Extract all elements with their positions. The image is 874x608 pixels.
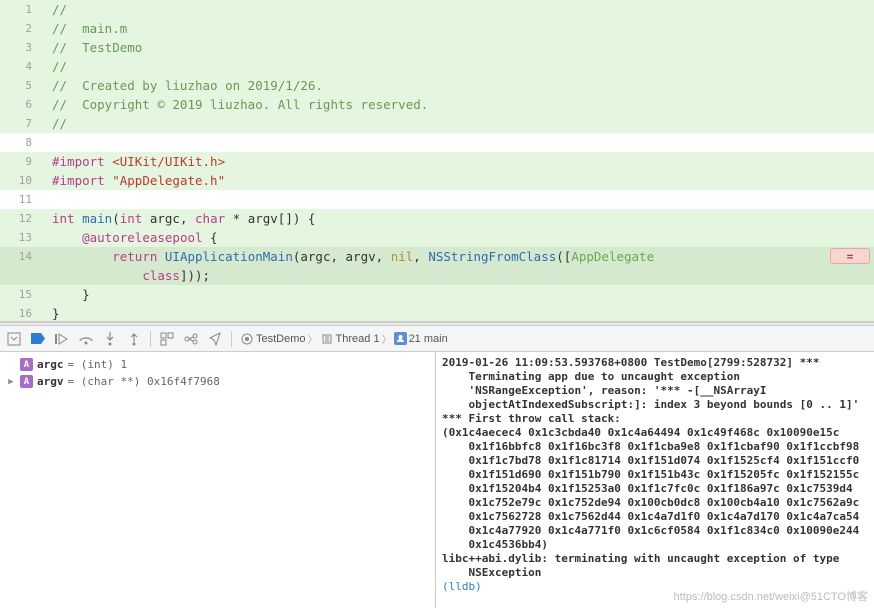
console-line: 'NSRangeException', reason: '*** -[__NSA… — [442, 384, 868, 398]
console-line: *** First throw call stack: — [442, 412, 868, 426]
code-content: #import <UIKit/UIKit.h> — [52, 152, 225, 171]
code-content: @autoreleasepool { — [52, 228, 218, 247]
line-number: 7 — [0, 114, 40, 133]
console-line: 0x1f151d690 0x1f151b790 0x1f151b43c 0x1f… — [442, 468, 868, 482]
process-icon — [240, 332, 254, 346]
frame-icon — [394, 332, 407, 345]
code-line[interactable]: 9 #import <UIKit/UIKit.h> — [0, 152, 874, 171]
thread-icon — [320, 332, 334, 346]
variable-kind-badge: A — [20, 358, 33, 371]
breadcrumb-frame: 21 main — [409, 333, 448, 345]
console-line: (0x1c4aecec4 0x1c3cbda40 0x1c4a64494 0x1… — [442, 426, 868, 440]
code-line[interactable]: 14 return UIApplicationMain(argc, argv, … — [0, 247, 874, 266]
code-line[interactable]: 3 // TestDemo — [0, 38, 874, 57]
variable-name: argv — [37, 375, 64, 388]
variable-name: argc — [37, 358, 64, 371]
variable-value: = (int) 1 — [68, 358, 128, 371]
code-line[interactable]: 2 // main.m — [0, 19, 874, 38]
step-into-icon[interactable] — [102, 331, 118, 347]
console-line: libc++abi.dylib: terminating with uncaug… — [442, 552, 868, 566]
line-number: 13 — [0, 228, 40, 247]
code-content: // main.m — [52, 19, 127, 38]
debug-view-icon[interactable] — [159, 331, 175, 347]
console-line: 0x1f16bbfc8 0x1f16bc3f8 0x1f1cba9e8 0x1f… — [442, 440, 868, 454]
console-line: 2019-01-26 11:09:53.593768+0800 TestDemo… — [442, 356, 868, 370]
code-line[interactable]: 1 // — [0, 0, 874, 19]
code-line[interactable]: class])); — [0, 266, 874, 285]
code-line[interactable]: 12 int main(int argc, char * argv[]) { — [0, 209, 874, 228]
line-number: 9 — [0, 152, 40, 171]
variable-value: = (char **) 0x16f4f7968 — [68, 375, 220, 388]
continue-icon[interactable] — [54, 331, 70, 347]
line-number: 8 — [0, 133, 40, 152]
code-line[interactable]: 5 // Created by liuzhao on 2019/1/26. — [0, 76, 874, 95]
code-line[interactable]: 13 @autoreleasepool { — [0, 228, 874, 247]
variable-kind-badge: A — [20, 375, 33, 388]
breadcrumb-app: TestDemo — [256, 333, 306, 345]
code-content: // — [52, 57, 67, 76]
code-content: // TestDemo — [52, 38, 142, 57]
disclosure-arrow-icon[interactable]: ▶ — [6, 377, 16, 387]
line-number — [0, 266, 40, 285]
variables-panel[interactable]: Aargc = (int) 1 ▶ Aargv = (char **) 0x16f4… — [0, 352, 436, 608]
location-icon[interactable] — [207, 331, 223, 347]
console-line: Terminating app due to uncaught exceptio… — [442, 370, 868, 384]
step-over-icon[interactable] — [78, 331, 94, 347]
debug-area: TestDemo 〉 Thread 1 〉 21 main Aargc = (i… — [0, 326, 874, 608]
variable-row[interactable]: ▶ Aargv = (char **) 0x16f4f7968 — [6, 373, 429, 390]
code-editor[interactable]: 1 // 2 // main.m 3 // TestDemo 4 // 5 // Created … — [0, 0, 874, 322]
code-content: // — [52, 114, 67, 133]
line-number: 5 — [0, 76, 40, 95]
code-line[interactable]: 11 — [0, 190, 874, 209]
error-badge[interactable]: = — [830, 248, 870, 264]
watermark: https://blog.csdn.net/weixi@51CTO博客 — [674, 588, 868, 604]
console-line: 0x1f1c7bd78 0x1f1c81714 0x1f151d074 0x1f… — [442, 454, 868, 468]
line-number: 14 — [0, 247, 40, 266]
hide-debug-icon[interactable] — [6, 331, 22, 347]
console-line: 0x1c752e79c 0x1c752de94 0x100cb0dc8 0x10… — [442, 496, 868, 510]
code-content: } — [52, 304, 60, 322]
code-line[interactable]: 6 // Copyright © 2019 liuzhao. All rights… — [0, 95, 874, 114]
line-number: 1 — [0, 0, 40, 19]
debug-breadcrumb[interactable]: TestDemo 〉 Thread 1 〉 21 main — [240, 331, 448, 346]
line-number: 11 — [0, 190, 40, 209]
line-number: 16 — [0, 304, 40, 322]
breakpoint-toggle-icon[interactable] — [30, 331, 46, 347]
debug-toolbar: TestDemo 〉 Thread 1 〉 21 main — [0, 326, 874, 352]
code-line[interactable]: 15 } — [0, 285, 874, 304]
line-number: 3 — [0, 38, 40, 57]
breadcrumb-thread: Thread 1 — [336, 333, 380, 345]
code-content: // — [52, 0, 67, 19]
code-content: int main(int argc, char * argv[]) { — [52, 209, 315, 228]
code-content: } — [52, 285, 90, 304]
line-number: 10 — [0, 171, 40, 190]
step-out-icon[interactable] — [126, 331, 142, 347]
console-line: 0x1c7562728 0x1c7562d44 0x1c4a7d1f0 0x1c… — [442, 510, 868, 524]
line-number: 6 — [0, 95, 40, 114]
console-line: 0x1c4536bb4) — [442, 538, 868, 552]
code-content: return UIApplicationMain(argc, argv, nil… — [52, 247, 654, 266]
code-line[interactable]: 16} — [0, 304, 874, 322]
console-line: 0x1c4a77920 0x1c4a771f0 0x1c6cf0584 0x1f… — [442, 524, 868, 538]
line-number: 4 — [0, 57, 40, 76]
console-line: objectAtIndexedSubscript:]: index 3 beyo… — [442, 398, 868, 412]
line-number: 2 — [0, 19, 40, 38]
code-content: #import "AppDelegate.h" — [52, 171, 225, 190]
line-number: 12 — [0, 209, 40, 228]
console-line: 0x1f15204b4 0x1f15253a0 0x1f1c7fc0c 0x1f… — [442, 482, 868, 496]
console-output[interactable]: 2019-01-26 11:09:53.593768+0800 TestDemo… — [436, 352, 874, 608]
console-line: NSException — [442, 566, 868, 580]
code-line[interactable]: 7 // — [0, 114, 874, 133]
chevron-right-icon: 〉 — [308, 331, 318, 346]
code-content: // Created by liuzhao on 2019/1/26. — [52, 76, 323, 95]
code-line[interactable]: 8 — [0, 133, 874, 152]
memory-graph-icon[interactable] — [183, 331, 199, 347]
line-number: 15 — [0, 285, 40, 304]
code-line[interactable]: 4 // — [0, 57, 874, 76]
code-line[interactable]: 10 #import "AppDelegate.h" — [0, 171, 874, 190]
code-content: // Copyright © 2019 liuzhao. All rights … — [52, 95, 428, 114]
variable-row[interactable]: Aargc = (int) 1 — [6, 356, 429, 373]
chevron-right-icon: 〉 — [382, 331, 392, 346]
code-content: class])); — [52, 266, 210, 285]
